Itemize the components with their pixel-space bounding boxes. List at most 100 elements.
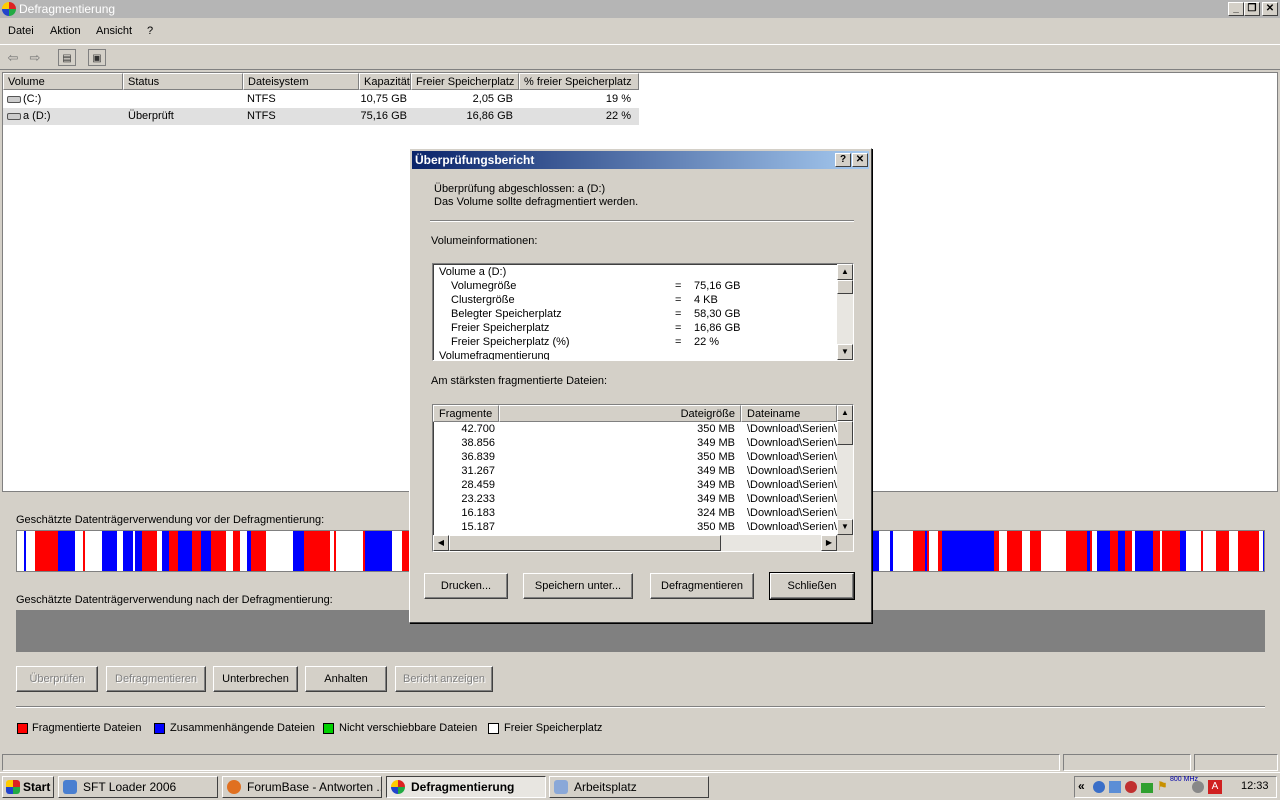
task-forumbase[interactable]: ForumBase - Antworten ... <box>222 776 382 798</box>
scroll-thumb[interactable] <box>837 421 853 445</box>
tray-expand-icon[interactable]: « <box>1078 779 1085 793</box>
file-name: \Download\Serien\ <box>747 493 837 505</box>
file-size: 350 MB <box>697 423 735 435</box>
drive-icon <box>7 113 21 120</box>
file-fragments: 36.839 <box>461 451 495 463</box>
print-button[interactable]: Drucken... <box>424 573 508 599</box>
menu-aktion[interactable]: Aktion <box>50 25 81 37</box>
connection-icon[interactable] <box>1109 781 1121 793</box>
view-report-button[interactable]: Bericht anzeigen <box>395 666 493 692</box>
vol-info-eq: = <box>675 336 682 348</box>
scroll-up-icon[interactable]: ▲ <box>837 264 853 280</box>
col-free-percent[interactable]: % freier Speicherplatz <box>519 73 639 90</box>
scroll-up-icon[interactable]: ▲ <box>837 405 853 421</box>
scroll-right-icon[interactable]: ▶ <box>821 535 837 551</box>
app-tray-icon[interactable] <box>1125 781 1137 793</box>
drive-icon <box>7 96 21 103</box>
fragmented-files-list[interactable]: Fragmente Dateigröße Dateiname 42.700 350… <box>432 404 854 552</box>
col-filename[interactable]: Dateiname <box>741 405 837 422</box>
fragmented-files-label: Am stärksten fragmentierte Dateien: <box>431 375 608 387</box>
volume-fs: NTFS <box>247 110 276 122</box>
col-volume[interactable]: Volume <box>3 73 123 90</box>
forward-arrow-icon[interactable]: ⇨ <box>26 49 44 66</box>
col-filesize[interactable]: Dateigröße <box>499 405 741 422</box>
window-title-bar[interactable]: Defragmentierung _ ❐ ✕ <box>0 0 1280 18</box>
clock[interactable]: 12:33 <box>1241 780 1269 792</box>
volume-name: a (D:) <box>23 110 51 122</box>
hscroll-thumb[interactable] <box>449 535 721 551</box>
file-size: 350 MB <box>697 521 735 533</box>
scroll-left-icon[interactable]: ◀ <box>433 535 449 551</box>
back-arrow-icon[interactable]: ⇦ <box>4 49 22 66</box>
files-vscrollbar[interactable]: ▲ ▼ <box>837 405 853 535</box>
defrag-icon <box>391 780 405 794</box>
volume-fs: NTFS <box>247 93 276 105</box>
defragment-button[interactable]: Defragmentieren <box>106 666 206 692</box>
start-button[interactable]: Start <box>2 776 54 798</box>
legend-contiguous: Zusammenhängende Dateien <box>170 722 315 734</box>
col-filesystem[interactable]: Dateisystem <box>243 73 359 90</box>
show-tree-icon[interactable]: ▤ <box>58 49 76 66</box>
file-name: \Download\Serien\ <box>747 437 837 449</box>
scroll-thumb[interactable] <box>837 280 853 294</box>
scroll-down-icon[interactable]: ▼ <box>837 344 853 360</box>
before-label: Geschätzte Datenträgerverwendung vor der… <box>16 514 325 526</box>
dialog-close-button[interactable]: Schließen <box>769 572 855 600</box>
after-label: Geschätzte Datenträgerverwendung nach de… <box>16 594 333 606</box>
dialog-close-icon[interactable]: ✕ <box>852 153 868 167</box>
flag-icon[interactable]: ⚑ <box>1157 779 1168 793</box>
task-sft-loader[interactable]: SFT Loader 2006 <box>58 776 218 798</box>
help-icon[interactable]: ? <box>835 153 851 167</box>
volume-free: 2,05 GB <box>472 93 513 105</box>
col-fragments[interactable]: Fragmente <box>433 405 499 422</box>
recommendation-text: Das Volume sollte defragmentiert werden. <box>434 196 639 208</box>
scroll-down-icon[interactable]: ▼ <box>837 519 853 535</box>
close-window-button[interactable]: ✕ <box>1262 2 1278 16</box>
task-label: SFT Loader 2006 <box>83 780 177 794</box>
network-icon[interactable] <box>1093 781 1105 793</box>
properties-icon[interactable]: ▣ <box>88 49 106 66</box>
status-panel-main <box>2 754 1060 771</box>
defrag-app-icon <box>2 2 16 16</box>
file-fragments: 16.183 <box>461 507 495 519</box>
volume-info-box[interactable]: Volume a (D:) Volumegröße = 75,16 GB Cluste… <box>432 263 854 361</box>
file-fragments: 28.459 <box>461 479 495 491</box>
menu-help[interactable]: ? <box>147 25 153 37</box>
volume-status: Überprüft <box>128 110 174 122</box>
dialog-defragment-button[interactable]: Defragmentieren <box>650 573 754 599</box>
monitor-icon[interactable] <box>1141 783 1153 793</box>
antivir-icon[interactable]: A <box>1208 780 1222 794</box>
task-arbeitsplatz[interactable]: Arbeitsplatz <box>549 776 709 798</box>
files-hscrollbar[interactable]: ◀ ▶ <box>433 535 837 551</box>
volume-row-d[interactable]: a (D:) Überprüft NTFS 75,16 GB 16,86 GB … <box>3 108 639 125</box>
vol-info-value: 16,86 GB <box>694 322 741 334</box>
file-fragments: 38.856 <box>461 437 495 449</box>
vol-info-key: Volumegröße <box>451 280 517 292</box>
dialog-title-bar[interactable]: Überprüfungsbericht ? ✕ <box>412 151 869 169</box>
pause-button[interactable]: Unterbrechen <box>213 666 298 692</box>
vol-info-value: 4 KB <box>694 294 718 306</box>
speaker-icon[interactable] <box>1192 781 1204 793</box>
menu-datei[interactable]: Datei <box>8 25 34 37</box>
col-status[interactable]: Status <box>123 73 243 90</box>
scroll-corner <box>837 535 853 551</box>
file-size: 350 MB <box>697 451 735 463</box>
file-fragments: 15.187 <box>461 521 495 533</box>
save-as-button[interactable]: Speichern unter... <box>523 573 633 599</box>
restore-button[interactable]: ❐ <box>1244 2 1260 16</box>
analyze-button[interactable]: Überprüfen <box>16 666 98 692</box>
task-defragmentierung[interactable]: Defragmentierung <box>386 776 546 798</box>
col-free-space[interactable]: Freier Speicherplatz <box>411 73 519 90</box>
divider <box>16 706 1265 708</box>
dialog-divider <box>430 220 854 222</box>
vol-info-scrollbar[interactable]: ▲ ▼ <box>837 264 853 360</box>
taskbar: Start SFT Loader 2006 ForumBase - Antwor… <box>0 772 1280 800</box>
stop-button[interactable]: Anhalten <box>305 666 387 692</box>
legend-unmovable: Nicht verschiebbare Dateien <box>339 722 478 734</box>
minimize-button[interactable]: _ <box>1228 2 1244 16</box>
col-capacity[interactable]: Kapazität <box>359 73 411 90</box>
volume-capacity: 75,16 GB <box>360 110 407 122</box>
volume-pct: 19 % <box>605 93 631 105</box>
menu-ansicht[interactable]: Ansicht <box>96 25 132 37</box>
volume-info-label: Volumeinformationen: <box>431 235 538 247</box>
